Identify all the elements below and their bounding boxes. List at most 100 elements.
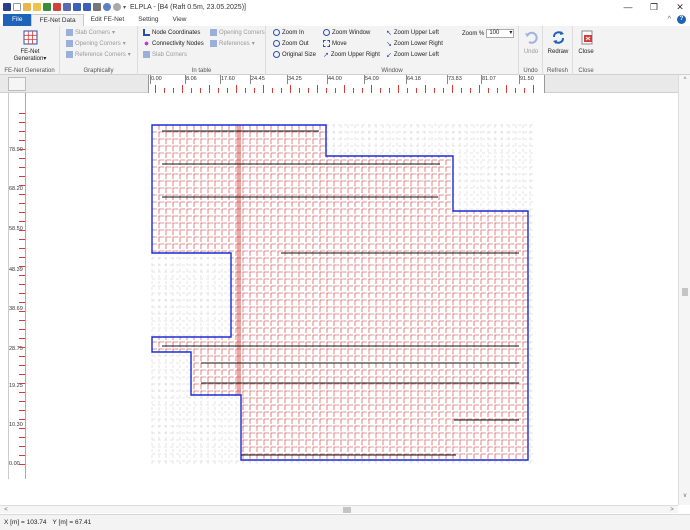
x-ruler-label: 24.45 xyxy=(251,76,265,82)
restore-button[interactable]: ❐ xyxy=(648,0,660,14)
x-ruler-mark xyxy=(506,85,507,93)
y-ruler-mark xyxy=(19,158,25,159)
export-icon[interactable] xyxy=(53,3,61,11)
opening-corners-icon xyxy=(66,40,73,47)
save-icon[interactable] xyxy=(73,3,81,11)
zoom-percent-select[interactable]: 100 xyxy=(486,29,515,38)
refresh-icon xyxy=(552,31,564,44)
y-ruler-mark xyxy=(19,320,25,321)
x-ruler-label: 64.18 xyxy=(407,76,421,82)
zoom-upper-left-button[interactable]: ↖ Zoom Upper Left xyxy=(386,29,439,37)
graphically-slab-corners[interactable]: Slab Corners ▾ xyxy=(66,29,115,36)
group-label-in-table: In table xyxy=(191,68,212,74)
tab-edit-fe-net[interactable]: Edit FE-Net xyxy=(84,14,132,26)
coordinate-readout-y: Y [m] = 67.41 xyxy=(52,519,92,526)
group-in-table: Node Coordinates Connectivity Nodes Slab… xyxy=(138,26,266,75)
y-ruler-mark xyxy=(19,419,25,420)
chevron-up-icon[interactable]: ^ xyxy=(668,16,671,23)
y-ruler-mark xyxy=(19,185,25,186)
tab-file[interactable]: File xyxy=(3,14,32,26)
x-coordinate: 103.74 xyxy=(26,519,47,526)
node-coordinates-icon xyxy=(143,29,150,36)
status-bar: X [m] = 103.74 Y [m] = 67.41 xyxy=(0,514,690,530)
table-opening-corners-button[interactable]: Opening Corners xyxy=(210,29,265,36)
table-references-button[interactable]: References ▾ xyxy=(210,40,255,47)
tab-setting[interactable]: Setting xyxy=(131,14,165,26)
y-ruler-mark xyxy=(19,140,25,141)
graphically-reference-corners[interactable]: Reference Corners ▾ xyxy=(66,51,131,58)
x-ruler-tick xyxy=(250,75,251,84)
scroll-left-icon[interactable]: < xyxy=(0,506,12,514)
y-ruler-mark xyxy=(19,149,25,150)
horizontal-scroll-thumb[interactable] xyxy=(343,507,351,513)
original-size-button[interactable]: Original Size xyxy=(273,51,316,58)
folder-icon[interactable] xyxy=(33,3,41,11)
x-ruler-mark xyxy=(344,85,345,93)
undo-icon[interactable] xyxy=(103,3,111,11)
ruler-row: 0.00 8.06 17.60 24.45 34.25 44.00 54.09 64.18 73… xyxy=(0,75,690,93)
zoom-lower-right-button[interactable]: ↘ Zoom Lower Right xyxy=(386,40,443,48)
x-ruler-mark xyxy=(182,85,183,93)
y-ruler-mark xyxy=(19,383,25,384)
user-icon[interactable] xyxy=(63,3,71,11)
move-button[interactable]: Move xyxy=(323,40,347,47)
y-ruler-mark xyxy=(19,230,25,231)
x-ruler-tick xyxy=(327,75,328,84)
fe-net-generation-button[interactable]: FE-Net Generation▾ xyxy=(8,30,52,63)
y-coordinate: 67.41 xyxy=(74,519,92,526)
open-file-icon[interactable] xyxy=(23,3,31,11)
tab-fe-net-data[interactable]: FE-Net Data xyxy=(31,14,84,26)
print-icon[interactable] xyxy=(93,3,101,11)
group-label-graphically: Graphically xyxy=(83,68,114,74)
undo-arrow-icon xyxy=(524,31,538,44)
save-as-icon[interactable] xyxy=(83,3,91,11)
customize-qat-icon[interactable]: ▾ xyxy=(123,4,126,11)
group-fe-net-generation: FE-Net Generation▾ FE-Net Generation xyxy=(0,26,60,75)
node-coordinates-button[interactable]: Node Coordinates xyxy=(143,29,200,36)
group-label-refresh: Refresh xyxy=(546,68,568,74)
minimize-button[interactable]: — xyxy=(622,0,634,14)
connectivity-nodes-button[interactable]: Connectivity Nodes xyxy=(143,40,204,47)
zoom-out-button[interactable]: Zoom Out xyxy=(273,40,309,47)
close-window-button[interactable]: ✕ xyxy=(674,0,686,14)
tab-view[interactable]: View xyxy=(165,14,193,26)
background-grid xyxy=(151,124,534,465)
vertical-ruler: 78.90 68.20 58.50 48.39 38.69 28.75 19.25 10.30… xyxy=(8,93,26,479)
zoom-in-button[interactable]: Zoom In xyxy=(273,29,304,36)
table-opening-corners-icon xyxy=(210,29,217,36)
y-ruler-mark xyxy=(19,275,25,276)
drawing-canvas[interactable] xyxy=(26,93,678,479)
zoom-in-icon xyxy=(273,29,280,36)
y-ruler-mark xyxy=(19,311,25,312)
close-button[interactable]: Close xyxy=(575,30,597,55)
graphically-opening-corners[interactable]: Opening Corners ▾ xyxy=(66,40,126,47)
x-ruler-mark xyxy=(425,85,426,93)
ribbon: FE-Net Generation▾ FE-Net Generation Slab… xyxy=(0,26,690,75)
horizontal-scrollbar[interactable]: < > xyxy=(0,505,678,513)
fe-net-drawing[interactable] xyxy=(26,93,678,479)
help-icon[interactable]: ? xyxy=(677,15,686,24)
scroll-up-icon[interactable]: ^ xyxy=(679,77,690,83)
y-ruler-mark xyxy=(19,284,25,285)
x-ruler-tick xyxy=(406,75,407,84)
table-slab-corners-button[interactable]: Slab Corners xyxy=(143,51,187,58)
vertical-scroll-thumb[interactable] xyxy=(682,288,688,296)
undo-button[interactable]: Undo xyxy=(521,30,541,55)
title-bar: ▾ ELPLA - [B4 (Raft 0.5m, 23.05.2025)] —… xyxy=(0,0,690,14)
redraw-button[interactable]: Redraw xyxy=(545,30,571,55)
x-ruler-mark xyxy=(371,85,372,93)
group-label-fe-net-generation: FE-Net Generation xyxy=(4,68,55,74)
scroll-right-icon[interactable]: > xyxy=(666,506,678,514)
x-ruler-mark xyxy=(263,85,264,93)
redo-icon[interactable] xyxy=(113,3,121,11)
zoom-upper-right-button[interactable]: ↗ Zoom Upper Right xyxy=(323,51,380,59)
import-icon[interactable] xyxy=(43,3,51,11)
zoom-window-button[interactable]: Zoom Window xyxy=(323,29,370,36)
scroll-down-icon[interactable]: v xyxy=(679,493,690,499)
new-file-icon[interactable] xyxy=(13,3,21,11)
x-ruler-label: 34.25 xyxy=(288,76,302,82)
group-close: Close Close xyxy=(573,26,599,75)
vertical-scrollbar[interactable]: ^ v xyxy=(678,75,690,505)
group-window: Zoom In Zoom Out Original Size Zoom Wind… xyxy=(266,26,519,75)
zoom-lower-left-button[interactable]: ↙ Zoom Lower Left xyxy=(386,51,439,59)
